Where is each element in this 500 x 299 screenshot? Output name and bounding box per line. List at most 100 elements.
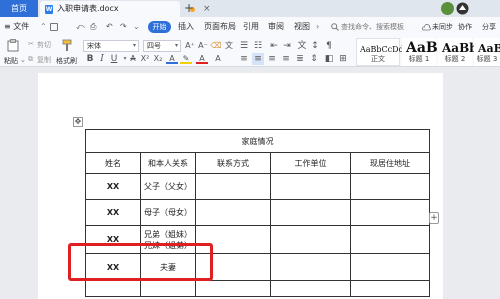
- tab-layout[interactable]: 页面布局: [204, 17, 236, 37]
- cell-contact[interactable]: [195, 199, 271, 226]
- align-right-icon[interactable]: ≡: [266, 53, 278, 65]
- chevron-down-icon: ▾: [132, 42, 136, 49]
- table-title[interactable]: 家庭情况: [85, 129, 430, 153]
- tab-references[interactable]: 引用: [243, 17, 259, 37]
- new-tab-button[interactable]: +: [184, 0, 194, 17]
- decrease-indent-icon[interactable]: ⇤: [268, 40, 280, 52]
- style-normal[interactable]: AaBbCcDd 正文: [356, 38, 404, 66]
- header-workplace[interactable]: 工作单位: [270, 152, 351, 174]
- copy-button[interactable]: 复制: [37, 55, 51, 65]
- cell-address[interactable]: [350, 199, 430, 226]
- share-button[interactable]: 分享: [482, 17, 496, 37]
- preview-icon[interactable]: ⎙: [90, 17, 96, 37]
- superscript-icon[interactable]: X²: [139, 53, 151, 65]
- save-icon[interactable]: [50, 23, 58, 31]
- close-tab-button[interactable]: ×: [203, 1, 211, 17]
- font-effect-icon[interactable]: A: [166, 53, 178, 64]
- expand-icon[interactable]: ⌃: [40, 17, 47, 37]
- cell-name[interactable]: XX: [85, 173, 141, 200]
- collab-button[interactable]: 协作: [458, 17, 472, 37]
- strikethrough-icon[interactable]: A: [127, 53, 139, 65]
- bullet-list-icon[interactable]: ☰: [238, 40, 250, 52]
- justify-icon[interactable]: ≡: [280, 53, 292, 65]
- clear-format-icon[interactable]: ⌫: [210, 40, 222, 52]
- cell-relation[interactable]: [140, 280, 196, 297]
- tab-review[interactable]: 审阅: [268, 17, 284, 37]
- user-avatar[interactable]: [441, 2, 454, 15]
- sync-status[interactable]: 未同步: [432, 17, 453, 37]
- cell-contact[interactable]: [195, 173, 271, 200]
- cell-workplace[interactable]: [270, 199, 351, 226]
- cell-contact[interactable]: [195, 280, 271, 297]
- phonetic-icon[interactable]: 文: [223, 40, 235, 52]
- cut-button[interactable]: 剪切: [37, 40, 51, 50]
- borders-icon[interactable]: ⊞: [337, 53, 349, 65]
- distribute-icon[interactable]: ≣: [294, 53, 306, 65]
- cell-workplace[interactable]: [270, 253, 351, 281]
- word-doc-icon: W: [45, 5, 53, 14]
- bold-button[interactable]: B: [84, 53, 96, 65]
- italic-button[interactable]: I: [96, 53, 108, 65]
- cell-address[interactable]: [350, 253, 430, 281]
- format-painter-button[interactable]: 格式刷: [56, 56, 77, 66]
- cell-workplace[interactable]: [270, 280, 351, 297]
- header-contact[interactable]: 联系方式: [195, 152, 271, 174]
- highlight-color-icon[interactable]: ✎: [180, 53, 192, 64]
- cell-name[interactable]: XX: [85, 199, 141, 226]
- tab-start[interactable]: 开始: [148, 21, 171, 33]
- redo-icon[interactable]: ↷: [120, 17, 127, 37]
- show-marks-icon[interactable]: ¶: [323, 40, 335, 52]
- sort-icon[interactable]: ↕: [309, 40, 321, 52]
- font-size-select[interactable]: 四号 ▾: [143, 40, 181, 52]
- header-name[interactable]: 姓名: [85, 152, 141, 174]
- increase-indent-icon[interactable]: ⇥: [281, 40, 293, 52]
- paste-dropdown-icon[interactable]: ⌄: [20, 56, 26, 64]
- cell-address[interactable]: [350, 280, 430, 297]
- menu-bar: ≡ 文件 ⌃ ⤺ ⎙ ↶ ↷ ⌄ 开始 插入 页面布局 引用 审阅 视图 › 查…: [0, 17, 500, 37]
- style-heading-3[interactable]: AaBb( 标题 3: [474, 38, 500, 66]
- add-column-button[interactable]: +: [429, 212, 439, 224]
- print-icon[interactable]: ⤺: [76, 17, 85, 37]
- undo-icon[interactable]: ↶: [106, 17, 113, 37]
- cell-relation[interactable]: 父子（父女）: [140, 173, 196, 200]
- grow-font-icon[interactable]: A⁺: [184, 40, 196, 52]
- font-color-icon[interactable]: A: [196, 53, 208, 64]
- cell-address[interactable]: [350, 225, 430, 254]
- line-spacing-icon[interactable]: ⇕: [308, 53, 320, 65]
- align-left-icon[interactable]: ≡: [238, 53, 250, 65]
- cell-relation-line: 兄弟（姐妹）: [144, 229, 192, 239]
- tab-view[interactable]: 视图: [294, 17, 310, 37]
- cell-workplace[interactable]: [270, 173, 351, 200]
- tab-home[interactable]: 首页: [0, 0, 38, 17]
- more-quick-icon[interactable]: ⌄: [133, 17, 140, 37]
- chinese-layout-icon[interactable]: 文: [296, 40, 308, 52]
- style-normal-sample: AaBbCcDd: [360, 45, 404, 54]
- tab-insert[interactable]: 插入: [178, 17, 194, 37]
- cell-address[interactable]: [350, 173, 430, 200]
- numbered-list-icon[interactable]: ☷: [252, 40, 264, 52]
- table-move-handle-icon[interactable]: ✥: [73, 117, 83, 127]
- style-heading-1[interactable]: AaB 标题 1: [402, 38, 438, 66]
- shading-icon[interactable]: ◧: [323, 53, 335, 65]
- cell-relation[interactable]: 母子（母女）: [140, 199, 196, 226]
- header-relation[interactable]: 和本人关系: [140, 152, 196, 174]
- more-tabs-icon[interactable]: ›: [316, 17, 319, 37]
- command-search[interactable]: 查找命令、搜索模板: [341, 17, 404, 37]
- font-family-select[interactable]: 宋体 ▾: [83, 40, 139, 52]
- shrink-font-icon[interactable]: A⁻: [197, 40, 209, 52]
- document-title: 入职申请表.docx: [57, 4, 119, 13]
- style-h2-label: 标题 2: [444, 55, 466, 63]
- align-center-icon[interactable]: ≡: [252, 53, 264, 65]
- style-heading-2[interactable]: AaBb 标题 2: [438, 38, 478, 66]
- table-title-row: 家庭情况: [85, 129, 430, 153]
- paste-button[interactable]: 粘贴: [4, 56, 18, 66]
- chevron-down-icon: ▾: [174, 42, 178, 49]
- char-border-icon[interactable]: A: [212, 53, 224, 65]
- header-address[interactable]: 现居住地址: [350, 152, 430, 174]
- tab-document[interactable]: W 入职申请表.docx ×: [40, 1, 211, 17]
- file-menu[interactable]: ≡ 文件: [4, 17, 29, 37]
- table-row: XX 父子（父女）: [85, 173, 430, 200]
- cell-workplace[interactable]: [270, 225, 351, 254]
- subscript-icon[interactable]: X₂: [152, 53, 164, 65]
- cell-name[interactable]: [85, 280, 141, 297]
